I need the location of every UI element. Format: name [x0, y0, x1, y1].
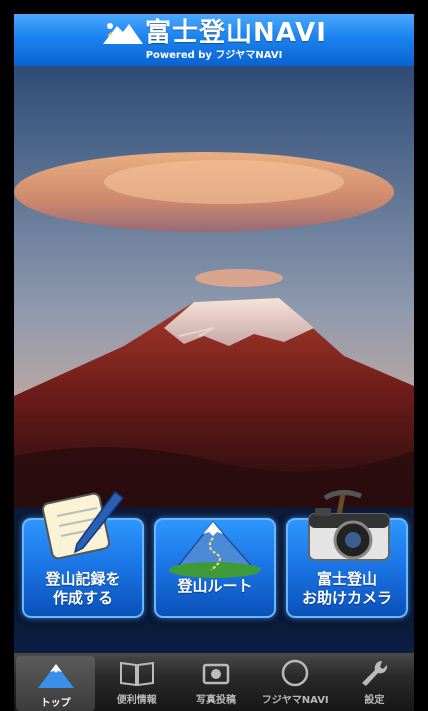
tab-useful-info[interactable]: i 便利情報: [97, 653, 176, 711]
app-subtitle: Powered by フジヤマNAVI: [145, 50, 283, 61]
create-climb-record-label: 登山記録を 作成する: [45, 570, 121, 607]
tab-top[interactable]: トップ: [16, 656, 96, 711]
create-climb-record-button[interactable]: 登山記録を 作成する: [22, 490, 144, 618]
svg-text:i: i: [135, 669, 138, 683]
tab-label: 便利情報: [116, 695, 157, 706]
climbing-route-button[interactable]: 登山ルート: [154, 518, 276, 618]
climbing-route-label: 登山ルート: [177, 577, 253, 595]
camera-icon: [202, 663, 230, 685]
tab-label: フジヤマNAVI: [261, 695, 329, 706]
camera-pickaxe-icon: [308, 490, 390, 561]
tab-fujiyama-navi[interactable]: フジヤマNAVI: [256, 653, 335, 711]
tab-bar: トップ i 便利情報 写真投稿 フジヤマNAVI 設定: [14, 653, 414, 711]
compass-icon: [281, 659, 309, 687]
tab-settings[interactable]: 設定: [335, 653, 414, 711]
logo: 富士登山NAVI: [14, 18, 414, 48]
action-panel: 登山記録を 作成する 登山ルート 富士登山 お助けカメラ: [14, 490, 414, 653]
tab-label: 写真投稿: [196, 695, 236, 706]
help-camera-label: 富士登山 お助けカメラ: [301, 570, 392, 607]
tab-label: トップ: [40, 698, 71, 709]
mountain-icon: [37, 664, 74, 688]
wrench-icon: [362, 660, 388, 686]
climber-logo-icon: [103, 23, 144, 44]
notebook-pen-icon: [41, 490, 125, 560]
help-camera-button[interactable]: 富士登山 お助けカメラ: [286, 490, 408, 618]
mountain-map-icon: [169, 520, 261, 578]
app-header: 富士登山NAVI Powered by フジヤマNAVI: [14, 14, 414, 67]
app-screen: 富士登山NAVI Powered by フジヤマNAVI 登山記録を 作成する …: [0, 0, 428, 711]
tab-photo-post[interactable]: 写真投稿: [176, 653, 255, 711]
mount-fuji-photo: [14, 66, 414, 508]
app-title: 富士登山NAVI: [145, 18, 327, 48]
book-info-icon: i: [119, 661, 154, 687]
tab-label: 設定: [364, 695, 385, 706]
